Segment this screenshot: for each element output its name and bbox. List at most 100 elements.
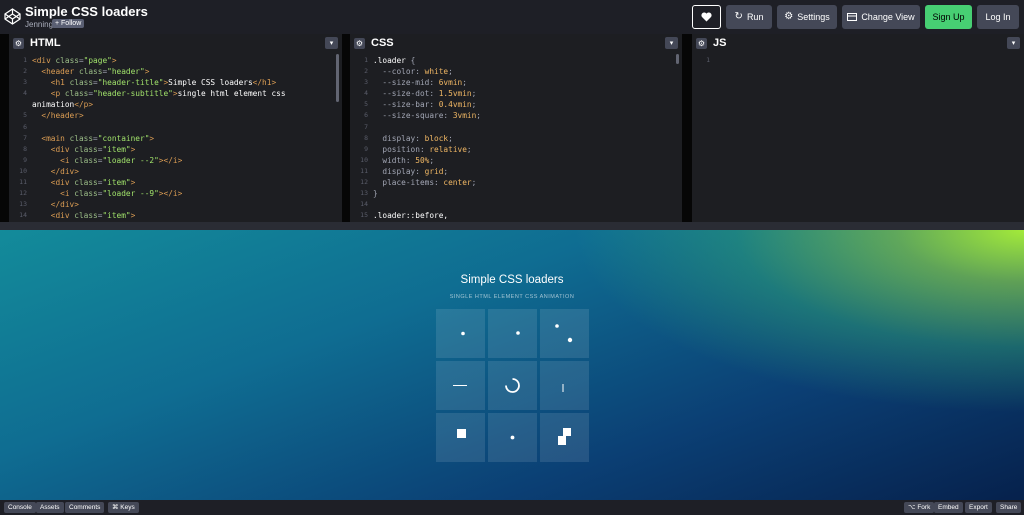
sign-up-button[interactable]: Sign Up [925,5,972,29]
loader-item [436,309,485,358]
settings-label: Settings [797,12,830,22]
gear-icon[interactable]: ⚙ [13,37,24,49]
chevron-down-icon[interactable]: ▾ [325,37,338,49]
share-button[interactable]: Share [996,502,1022,513]
export-button[interactable]: Export [965,502,992,513]
dot-loader-icon [461,331,465,336]
code-token: Simple CSS loaders [168,78,253,88]
change-view-button[interactable]: Change View [842,5,920,29]
keys-button[interactable]: ⌘ Keys [108,502,139,513]
chevron-down-icon[interactable]: ▾ [665,37,678,49]
code-token: "item" [102,211,131,221]
line-number: 14 [19,211,27,220]
js-editor-header: ⚙ JS ▾ [692,34,1024,52]
line-number: 11 [360,166,368,175]
fork-button[interactable]: ⌥ Fork [904,502,935,513]
js-editor[interactable]: ⚙ JS ▾ 1 [692,34,1024,222]
code-token: --color: [382,67,425,77]
code-token: block [424,133,449,143]
codepen-app: Simple CSS loaders Jenning + Follow ↻ Ru… [0,0,1024,515]
code-token: --size-square: [382,111,453,121]
preview-resize-bar[interactable] [0,222,1024,230]
loader-item [540,309,589,358]
codepen-logo-icon[interactable] [4,8,21,25]
comments-button[interactable]: Comments [65,502,105,513]
code-line: place-items: center; [373,177,676,188]
code-line: display: grid; [373,166,676,177]
line-number: 9 [23,155,27,164]
line-number: 1 [23,56,27,64]
code-token: "header-title" [97,78,164,88]
code-token: ; [471,178,477,188]
pen-title[interactable]: Simple CSS loaders [25,4,148,19]
code-token: ; [462,78,467,88]
code-token: </div> [50,166,79,176]
assets-button[interactable]: Assets [36,502,64,513]
line-number: 4 [23,89,27,98]
layout-icon [847,13,858,21]
line-number: 6 [23,122,27,131]
loader-item [540,361,589,410]
scrollbar[interactable] [676,54,679,64]
log-in-button[interactable]: Log In [977,5,1019,29]
code-area[interactable] [715,55,1018,66]
editor-resize-handle[interactable] [342,34,350,222]
code-token: <div [50,178,75,188]
bottom-bar: Console Assets Comments ⌘ Keys ⌥ Fork Em… [0,500,1024,515]
code-line: } [373,188,676,199]
code-line: <main class="container"> [32,133,336,144]
author-name[interactable]: Jenning [25,20,53,29]
code-token: ; [448,67,453,77]
line-number: 10 [360,155,368,164]
line-number: 13 [360,189,368,198]
code-token: class [74,155,98,165]
code-token: 0.4vmin [438,100,472,110]
code-token: "container" [97,133,150,143]
loader-item [436,413,485,462]
gear-icon: ⚙ [784,11,794,22]
code-token: { [410,56,416,65]
code-token: class [74,178,98,188]
code-token: --size-dot: [382,89,439,99]
loader-item [540,413,589,462]
html-editor[interactable]: ⚙ HTML ▾ 1 2 3 4 5 6 7 8 9 10 11 12 13 14 <div class=… [9,34,342,222]
code-line: --size-dot: 1.5vmin; [373,88,676,99]
css-editor[interactable]: ⚙ CSS ▾ 1 2 3 4 5 6 7 8 9 10 11 12 13 14 15 .loader { … [350,34,682,222]
console-button[interactable]: Console [4,502,36,513]
result-preview[interactable]: Simple CSS loaders SINGLE HTML ELEMENT C… [0,230,1024,500]
code-token: > [144,67,150,77]
code-token: <div [50,211,75,221]
follow-button[interactable]: + Follow [52,19,85,28]
code-area[interactable]: .loader { --color: white; --size-mid: 6v… [373,55,676,221]
run-button[interactable]: ↻ Run [726,5,772,29]
embed-button[interactable]: Embed [934,502,963,513]
gear-icon[interactable]: ⚙ [354,37,365,49]
gear-icon[interactable]: ⚙ [696,37,707,49]
scrollbar[interactable] [336,54,339,102]
editor-resize-handle[interactable] [0,34,9,222]
code-area[interactable]: <div class="page"> <header class="header… [32,55,336,221]
chevron-down-icon[interactable]: ▾ [1007,37,1020,49]
settings-button[interactable]: ⚙ Settings [777,5,837,29]
code-token: </i> [163,155,183,165]
code-token: class [74,144,98,154]
code-token: <p [50,89,65,99]
code-token: "header" [107,67,145,77]
line-number: 7 [364,122,368,131]
editor-resize-handle[interactable] [682,34,692,222]
code-token: </p> [74,100,94,110]
line-number: 8 [23,144,27,153]
code-token: </div> [50,200,79,210]
code-token: "header-subtitle" [93,89,173,99]
love-button[interactable] [692,5,721,29]
code-token: > [130,144,136,154]
fork-icon: ⌥ [908,504,916,511]
code-token: class [74,211,98,221]
